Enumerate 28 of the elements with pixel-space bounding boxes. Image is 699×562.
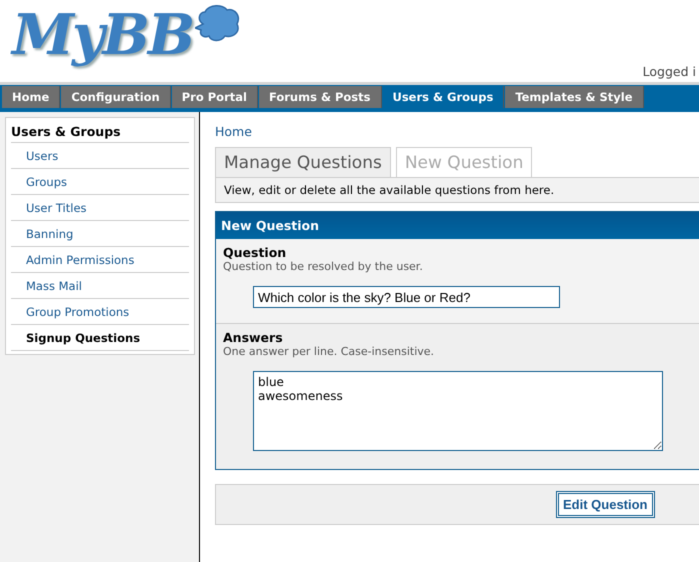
nav-tab[interactable]: Configuration [61,86,171,108]
sidebar-item[interactable]: Users [11,143,189,169]
edit-question-button[interactable]: Edit Question [556,491,654,518]
speech-bubble-icon [195,4,242,44]
sidebar-item[interactable]: Mass Mail [11,273,189,299]
sidebar-item[interactable]: Admin Permissions [11,247,189,273]
field-label: Answers [223,330,284,345]
login-text: Logged i [642,64,696,79]
field-label: Question [223,245,288,260]
nav-tab[interactable]: Templates & Style [505,86,644,108]
sidebar-item[interactable]: Groups [11,169,189,195]
answers-field[interactable]: blue awesomeness [253,371,663,451]
nav-tab[interactable]: Forums & Posts [258,86,382,108]
breadcrumb-link[interactable]: Home [215,124,252,139]
nav-tab[interactable]: Home [2,86,60,108]
tab-description: View, edit or delete all the available questions from here. [215,177,699,203]
question-field[interactable]: Which color is the sky? Blue or Red? [253,286,560,308]
nav-tab[interactable]: Pro Portal [172,86,258,108]
field-description: One answer per line. Case-insensitive. [223,345,436,358]
sidebar-item[interactable]: User Titles [11,195,189,221]
logo-text: MyBB [12,2,194,68]
sidebar-item[interactable]: Group Promotions [11,299,189,325]
sidebar-title: Users & Groups [11,121,189,143]
field-description: Question to be resolved by the user. [223,260,424,273]
page-tab[interactable]: Manage Questions [215,147,391,177]
panel-title: New Question [216,212,699,239]
sidebar-item[interactable]: Signup Questions [11,325,189,351]
sidebar-item[interactable]: Banning [11,221,189,247]
